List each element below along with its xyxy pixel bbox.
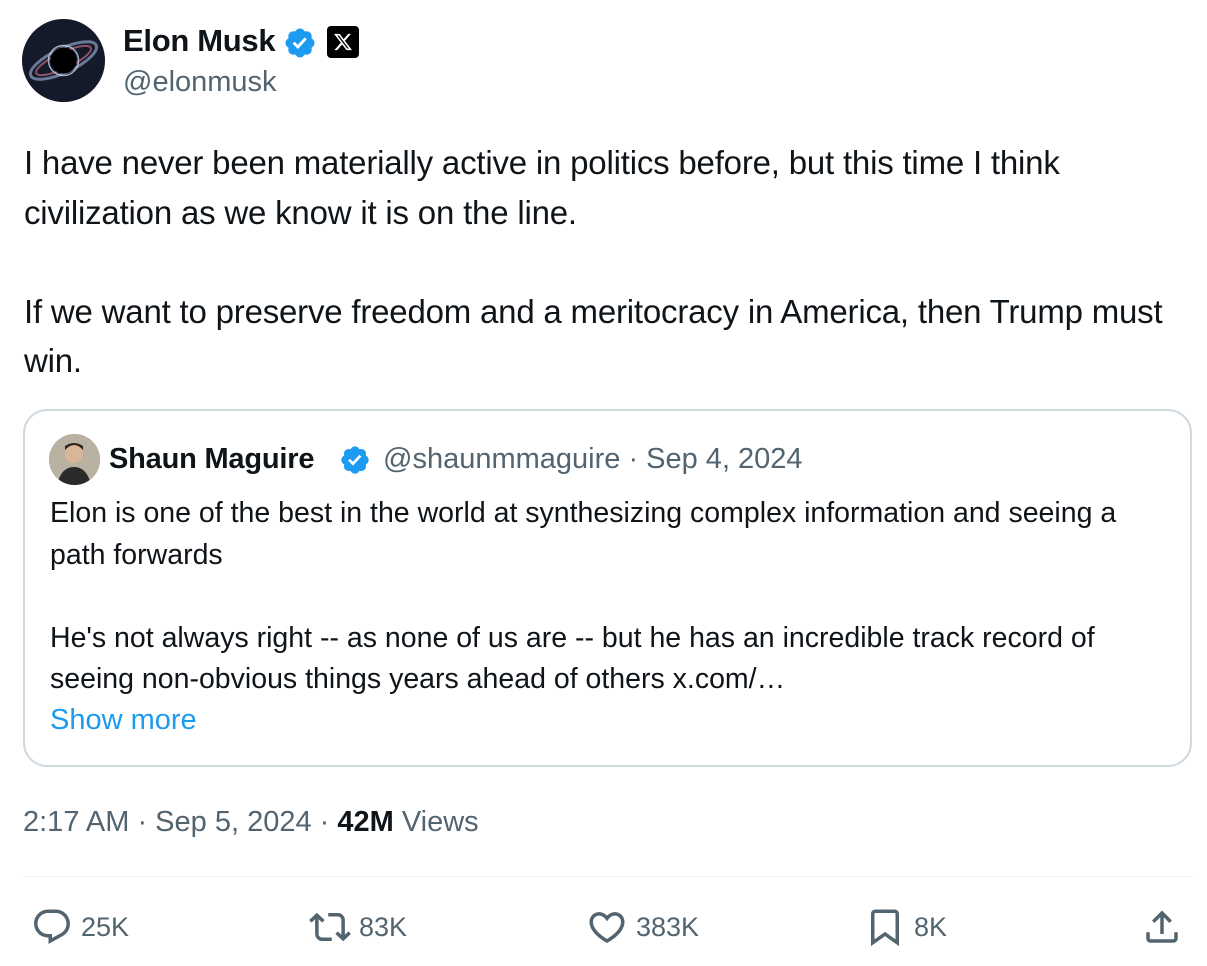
share-icon bbox=[1146, 910, 1178, 943]
tweet-text: I have never been materially active in p… bbox=[24, 144, 1163, 379]
author-avatar[interactable] bbox=[22, 19, 105, 102]
like-count: 383K bbox=[636, 911, 700, 942]
verified-badge-icon[interactable] bbox=[283, 26, 317, 60]
repost-button[interactable]: 83K bbox=[309, 905, 407, 949]
x-affiliation-icon[interactable] bbox=[327, 26, 359, 58]
reply-icon bbox=[34, 909, 70, 944]
repost-icon bbox=[309, 912, 351, 942]
views-count: 42M bbox=[337, 806, 394, 838]
quoted-handle-date: @shaunmmaguire · Sep 4, 2024 bbox=[383, 443, 803, 475]
quoted-tweet-text: Elon is one of the best in the world at … bbox=[50, 497, 1117, 695]
quoted-verified-badge-icon bbox=[341, 446, 369, 474]
tweet-timestamp[interactable]: 2:17 AM · Sep 5, 2024 · bbox=[23, 806, 337, 838]
author-name[interactable]: Elon Musk bbox=[123, 22, 276, 60]
bookmark-count: 8K bbox=[914, 911, 948, 942]
quoted-author-name: Shaun Maguire bbox=[109, 443, 315, 475]
divider bbox=[23, 876, 1194, 877]
quoted-author-avatar bbox=[49, 434, 100, 485]
repost-count: 83K bbox=[359, 911, 408, 942]
like-button[interactable]: 383K bbox=[586, 905, 699, 949]
show-more-link[interactable]: Show more bbox=[50, 700, 197, 741]
bookmark-icon bbox=[871, 909, 899, 947]
reply-button[interactable]: 25K bbox=[31, 905, 129, 949]
reply-count: 25K bbox=[81, 911, 130, 942]
heart-icon bbox=[589, 912, 625, 944]
tweet-meta: 2:17 AM · Sep 5, 2024 · 42M Views bbox=[23, 803, 479, 841]
bookmark-button[interactable]: 8K bbox=[864, 905, 947, 949]
author-handle[interactable]: @elonmusk bbox=[123, 64, 277, 100]
share-button[interactable] bbox=[1141, 905, 1191, 949]
views-label: Views bbox=[393, 806, 479, 838]
